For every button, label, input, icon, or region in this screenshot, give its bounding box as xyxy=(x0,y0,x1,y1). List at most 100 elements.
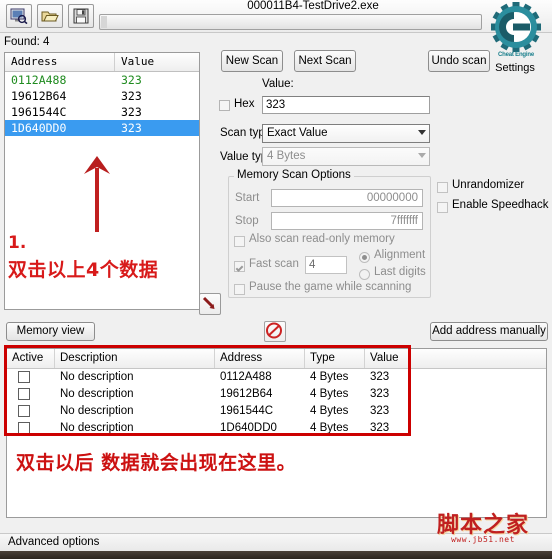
cheat-table-type-cell: 4 Bytes xyxy=(310,388,349,400)
annotation-step-number: 1. xyxy=(8,233,27,253)
value-type-dropdown[interactable]: 4 Bytes xyxy=(262,147,430,166)
table-row[interactable]: No description 1D640DD0 4 Bytes 323 xyxy=(7,420,546,437)
hex-label: Hex xyxy=(234,98,255,110)
cheat-table-header-description: Description xyxy=(55,349,215,368)
progress-grip xyxy=(101,16,107,28)
undo-scan-button[interactable]: Undo scan xyxy=(428,50,490,72)
cheat-table-address-cell: 0112A488 xyxy=(220,371,272,383)
alignment-radio[interactable] xyxy=(359,252,370,263)
scan-result-value: 323 xyxy=(121,105,142,119)
no-entry-icon xyxy=(266,322,282,339)
folder-open-icon xyxy=(41,11,59,21)
cheat-engine-window: 000011B4-TestDrive2.exe Cheat Engine Set… xyxy=(0,0,552,559)
table-row[interactable]: No description 1961544C 4 Bytes 323 xyxy=(7,403,546,420)
memory-view-button[interactable]: Memory view xyxy=(6,322,95,341)
scan-result-value: 323 xyxy=(121,121,142,135)
cheat-table-address-cell: 1D640DD0 xyxy=(220,422,277,434)
start-label: Start xyxy=(235,192,260,204)
cheat-table-value-cell: 323 xyxy=(370,405,390,417)
cheat-table-header-value: Value xyxy=(370,352,399,364)
fast-scan-alignment-input[interactable]: 4 xyxy=(305,256,347,274)
cheat-table-description-cell: No description xyxy=(60,388,134,400)
scan-result-address: 1D640DD0 xyxy=(11,121,67,135)
stop-scan-button[interactable] xyxy=(264,321,286,342)
speedhack-label: Enable Speedhack xyxy=(452,199,549,211)
unrandomizer-checkbox[interactable] xyxy=(437,182,448,193)
scan-type-dropdown[interactable]: Exact Value xyxy=(262,124,430,143)
cheat-table-header-type: Type xyxy=(305,349,365,368)
next-scan-button[interactable]: Next Scan xyxy=(294,50,356,72)
alignment-label: Alignment xyxy=(374,249,426,261)
open-file-button[interactable] xyxy=(37,4,63,28)
scan-result-value: 323 xyxy=(121,73,142,87)
cheat-table-description-cell: No description xyxy=(60,422,134,434)
process-select-icon xyxy=(10,8,28,24)
cheat-table-description-cell: No description xyxy=(60,405,134,417)
start-address-input[interactable]: 00000000 xyxy=(271,189,423,207)
value-type-value: 4 Bytes xyxy=(267,150,306,162)
pause-game-checkbox[interactable] xyxy=(234,284,245,295)
value-label: Value: xyxy=(262,78,294,90)
cheat-table[interactable]: Active Description Address Type Value No… xyxy=(6,348,547,518)
cheat-table-header: Active Description Address Type Value xyxy=(7,349,546,369)
top-toolbar: 000011B4-TestDrive2.exe xyxy=(0,0,552,33)
scan-result-row[interactable]: 0112A488 323 xyxy=(5,72,199,88)
readonly-memory-label: Also scan read-only memory xyxy=(249,233,395,245)
cheat-engine-logo-icon xyxy=(491,2,541,52)
status-bar: Advanced options xyxy=(0,533,552,551)
scan-results-header: Address Value xyxy=(5,53,199,72)
row-active-checkbox[interactable] xyxy=(18,388,30,400)
pointer-scan-button[interactable] xyxy=(199,293,221,315)
fast-scan-label: Fast scan xyxy=(249,258,299,270)
unrandomizer-label: Unrandomizer xyxy=(452,179,525,191)
value-input[interactable]: 323 xyxy=(262,96,430,114)
stop-label: Stop xyxy=(235,215,259,227)
cheat-table-type-cell: 4 Bytes xyxy=(310,405,349,417)
save-file-button[interactable] xyxy=(68,4,94,28)
cheat-table-value-cell: 323 xyxy=(370,388,390,400)
new-scan-button[interactable]: New Scan xyxy=(221,50,283,72)
cheat-table-type-cell: 4 Bytes xyxy=(310,371,349,383)
found-count-label: Found: 4 xyxy=(4,36,50,48)
table-row[interactable]: No description 0112A488 4 Bytes 323 xyxy=(7,369,546,386)
hex-checkbox[interactable] xyxy=(219,100,230,111)
cheat-table-description-cell: No description xyxy=(60,371,134,383)
add-address-manually-button[interactable]: Add address manually xyxy=(430,322,548,341)
cheat-table-header-active: Active xyxy=(7,349,55,368)
stop-address-input[interactable]: 7fffffff xyxy=(271,212,423,230)
chevron-down-icon xyxy=(418,130,426,135)
open-process-button[interactable] xyxy=(6,4,32,28)
row-active-checkbox[interactable] xyxy=(18,371,30,383)
scan-result-row[interactable]: 1961544C 323 xyxy=(5,104,199,120)
scan-result-row-selected[interactable]: 1D640DD0 323 xyxy=(5,120,199,136)
advanced-options-label[interactable]: Advanced options xyxy=(8,536,99,548)
logo-caption: Cheat Engine xyxy=(498,52,534,58)
window-title: 000011B4-TestDrive2.exe xyxy=(247,0,379,12)
cheat-table-active-cell xyxy=(7,369,55,386)
pause-game-label: Pause the game while scanning xyxy=(249,281,412,293)
readonly-memory-checkbox[interactable] xyxy=(234,236,245,247)
annotation-result-text: 双击以后 数据就会出现在这里。 xyxy=(16,452,297,474)
scan-progress-bar xyxy=(99,14,482,30)
cheat-table-value-cell: 323 xyxy=(370,422,390,434)
table-row[interactable]: No description 19612B64 4 Bytes 323 xyxy=(7,386,546,403)
fast-scan-checkbox[interactable] xyxy=(234,261,245,272)
memory-scan-options-title: Memory Scan Options xyxy=(234,169,354,181)
last-digits-label: Last digits xyxy=(374,266,426,278)
scan-result-row[interactable]: 19612B64 323 xyxy=(5,88,199,104)
scan-results-header-value: Value xyxy=(121,55,155,68)
cheat-table-type-cell: 4 Bytes xyxy=(310,422,349,434)
chevron-down-icon xyxy=(418,153,426,158)
speedhack-checkbox[interactable] xyxy=(437,202,448,213)
red-up-arrow-annotation-icon xyxy=(84,156,110,232)
settings-label[interactable]: Settings xyxy=(482,62,548,74)
scan-result-value: 323 xyxy=(121,89,142,103)
last-digits-radio[interactable] xyxy=(359,269,370,280)
row-active-checkbox[interactable] xyxy=(18,422,30,434)
annotation-step-text: 双击以上4个数据 xyxy=(8,259,159,281)
cheat-table-header-address: Address xyxy=(215,349,305,368)
scan-results-header-address: Address xyxy=(5,53,115,71)
row-active-checkbox[interactable] xyxy=(18,405,30,417)
red-arrow-pointer-icon xyxy=(202,296,215,309)
scan-result-address: 19612B64 xyxy=(11,89,67,103)
